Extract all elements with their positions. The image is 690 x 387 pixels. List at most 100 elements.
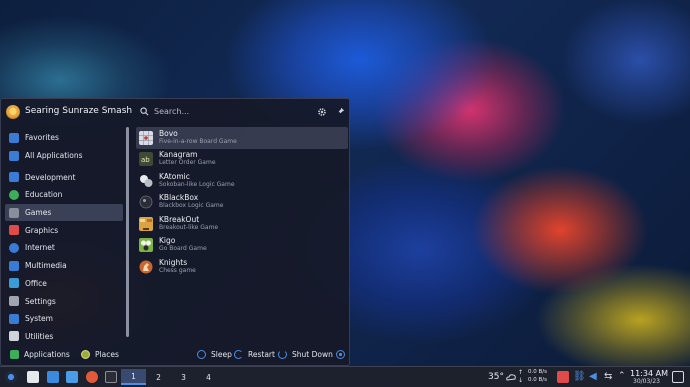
restart-icon xyxy=(234,350,243,359)
category-utilities[interactable]: Utilities xyxy=(5,328,123,346)
tray-expand-icon[interactable]: ⌃ xyxy=(618,371,630,383)
sleep-button[interactable]: Sleep xyxy=(197,350,232,359)
category-scrollbar[interactable] xyxy=(126,127,129,337)
favorites-icon xyxy=(9,132,19,143)
application-launcher: Searing Sunraze Smash Favorites xyxy=(0,98,350,366)
app-item-katomic[interactable]: KAtomic Sokoban-like Logic Game xyxy=(136,170,348,192)
restart-button[interactable]: Restart xyxy=(234,350,275,359)
system-icon xyxy=(9,313,19,324)
category-office[interactable]: Office xyxy=(5,275,123,293)
kigo-icon xyxy=(139,238,153,253)
sleep-icon xyxy=(197,350,206,359)
clipboard-icon[interactable]: ⛓ xyxy=(573,371,586,383)
all-apps-icon xyxy=(9,150,19,161)
clock-time[interactable]: 11:34 AM xyxy=(630,369,668,378)
knights-icon xyxy=(139,260,153,274)
app-item-kblackbox[interactable]: KBlackBox Blackbox Logic Game xyxy=(136,192,348,214)
office-icon xyxy=(9,278,19,289)
category-internet[interactable]: Internet xyxy=(5,239,123,257)
configure-button[interactable] xyxy=(316,106,327,117)
discover-icon[interactable] xyxy=(47,371,59,383)
more-button[interactable] xyxy=(336,350,345,359)
shutdown-button[interactable]: Shut Down xyxy=(278,350,333,359)
desktop-4[interactable]: 4 xyxy=(196,369,221,385)
network-icon[interactable]: ⇆ xyxy=(604,371,616,383)
app-description: Five-in-a-row Board Game xyxy=(159,137,237,145)
category-label: Graphics xyxy=(25,225,59,235)
applications-icon xyxy=(10,350,19,359)
katomic-icon xyxy=(140,174,153,187)
kbreakout-icon xyxy=(139,216,153,231)
category-games[interactable]: Games xyxy=(5,203,123,222)
power-icon xyxy=(278,350,287,359)
games-icon xyxy=(9,207,19,218)
app-description: Blackbox Logic Game xyxy=(159,202,224,210)
category-label: Internet xyxy=(25,243,55,253)
applications-tab[interactable]: Applications xyxy=(10,350,70,359)
net-upload-speed: 0.0 B/s xyxy=(528,369,547,375)
user-name: Searing Sunraze Smash xyxy=(25,106,133,116)
desktop-3[interactable]: 3 xyxy=(171,369,196,385)
launcher-header: Searing Sunraze Smash xyxy=(1,99,351,125)
kblackbox-icon xyxy=(139,195,153,209)
desktop-2[interactable]: 2 xyxy=(146,369,171,385)
category-list: Favorites All Applications Development E… xyxy=(5,129,123,345)
clock-date[interactable]: 30/03/23 xyxy=(633,378,660,385)
temperature-readout[interactable]: 35° xyxy=(488,372,504,382)
shutdown-label: Shut Down xyxy=(292,350,333,359)
category-label: Office xyxy=(25,278,47,288)
show-desktop-icon[interactable] xyxy=(672,371,684,383)
terminal-icon[interactable] xyxy=(105,371,117,383)
app-item-kanagram[interactable]: ab Kanagram Letter Order Game xyxy=(136,149,348,171)
weather-icon[interactable] xyxy=(505,371,517,383)
places-icon xyxy=(81,350,90,359)
app-item-bovo[interactable]: Bovo Five-in-a-row Board Game xyxy=(136,127,348,149)
gear-icon xyxy=(317,107,326,116)
category-favorites[interactable]: Favorites xyxy=(5,129,123,147)
category-system[interactable]: System xyxy=(5,310,123,328)
scrollbar-thumb[interactable] xyxy=(126,127,129,337)
app-description: Breakout-like Game xyxy=(159,223,219,231)
category-education[interactable]: Education xyxy=(5,186,123,204)
category-label: Favorites xyxy=(25,133,59,143)
app-description: Chess game xyxy=(159,266,196,274)
net-arrow-down: ↓ xyxy=(518,377,524,384)
app-item-kbreakout[interactable]: KBreakOut Breakout-like Game xyxy=(136,213,348,235)
restart-label: Restart xyxy=(248,350,275,359)
firefox-icon[interactable] xyxy=(86,371,98,383)
desktop-label: 2 xyxy=(156,372,161,382)
category-all-applications[interactable]: All Applications xyxy=(5,147,123,165)
category-development[interactable]: Development xyxy=(5,168,123,186)
category-label: Multimedia xyxy=(25,261,67,271)
app-item-knights[interactable]: Knights Chess game xyxy=(136,256,348,278)
launcher-footer: Applications Places Sleep Restart Shut D… xyxy=(1,347,351,365)
search-input[interactable] xyxy=(154,107,294,116)
search-field[interactable] xyxy=(137,104,302,119)
sleep-label: Sleep xyxy=(211,350,232,359)
cloud-icon xyxy=(506,374,516,381)
category-graphics[interactable]: Graphics xyxy=(5,221,123,239)
utilities-icon xyxy=(9,331,19,342)
launcher-icon[interactable] xyxy=(5,371,17,383)
category-label: Settings xyxy=(25,296,56,306)
category-multimedia[interactable]: Multimedia xyxy=(5,257,123,275)
desktop-label: 4 xyxy=(206,372,211,382)
net-download-speed: 0.0 B/s xyxy=(528,377,547,383)
desktop-label: 3 xyxy=(181,372,186,382)
bovo-icon xyxy=(139,130,153,145)
app-item-kigo[interactable]: Kigo Go Board Game xyxy=(136,235,348,257)
dolphin-icon[interactable] xyxy=(66,371,78,383)
color-picker-icon[interactable] xyxy=(557,371,569,383)
category-settings[interactable]: Settings xyxy=(5,292,123,310)
user-avatar[interactable] xyxy=(6,105,20,119)
places-tab[interactable]: Places xyxy=(81,350,119,359)
volume-icon[interactable]: ◀ xyxy=(589,371,601,383)
desktop-1[interactable]: 1 xyxy=(121,369,146,385)
desktop-label: 1 xyxy=(131,371,136,381)
more-icon xyxy=(336,350,345,359)
system-settings-icon[interactable] xyxy=(27,371,39,383)
pin-button[interactable] xyxy=(335,106,346,117)
settings-icon xyxy=(9,296,19,307)
search-icon xyxy=(140,107,149,116)
places-label: Places xyxy=(95,350,119,359)
